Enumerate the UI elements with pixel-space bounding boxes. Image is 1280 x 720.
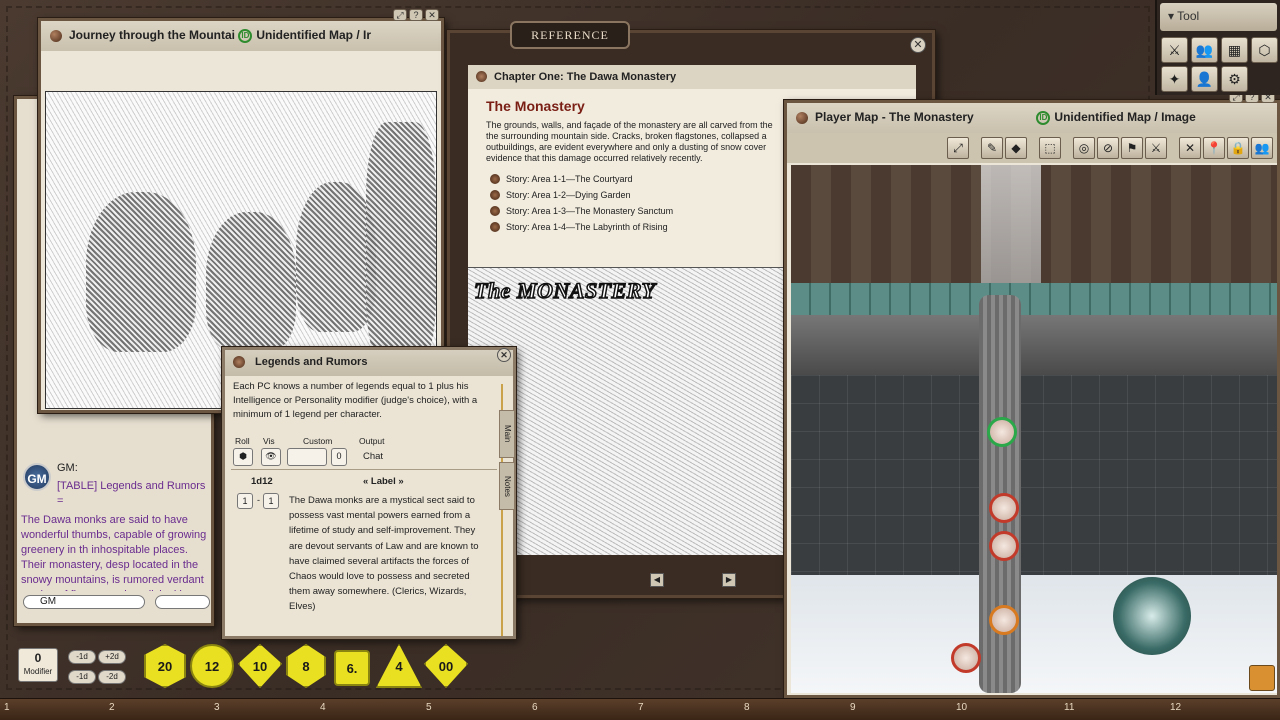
target-icon[interactable]: ◎ — [1073, 137, 1095, 159]
close-icon[interactable]: ✕ — [497, 348, 511, 362]
chat-identity-dropdown[interactable]: GM — [23, 595, 145, 609]
effects-icon[interactable]: ✦ — [1161, 66, 1188, 92]
dice-expression: 1d12 — [251, 476, 273, 487]
roll-button[interactable]: ⬢ — [233, 448, 253, 466]
legends-titlebar[interactable]: Legends and Rumors ✕ — [225, 348, 513, 376]
output-value[interactable]: Chat — [363, 451, 383, 462]
gear-icon[interactable]: ⚙ — [1221, 66, 1248, 92]
no-target-icon[interactable]: ⊘ — [1097, 137, 1119, 159]
clear-icon[interactable]: ✕ — [1179, 137, 1201, 159]
mod-minus-1d-b[interactable]: -1d — [68, 670, 96, 684]
map-frosted-bush — [1113, 577, 1191, 655]
flag-icon[interactable]: ⚑ — [1121, 137, 1143, 159]
divider — [231, 469, 497, 470]
people-icon[interactable]: 👤 — [1191, 66, 1218, 92]
window-menu-icon[interactable] — [233, 356, 245, 368]
tool-header[interactable]: ▾ Tool — [1160, 3, 1277, 31]
player-map-titlebar[interactable]: Player Map - The Monastery ID Unidentifie… — [787, 103, 1277, 133]
custom-dice-slot[interactable] — [287, 448, 327, 466]
swords-icon[interactable]: ⚔ — [1145, 137, 1167, 159]
d6-die[interactable]: 6. — [334, 650, 370, 686]
tool-grid: ⚔ 👥 ▦ ⬡ ✦ 👤 ⚙ — [1157, 34, 1280, 95]
swords-icon[interactable]: ⚔ — [1161, 37, 1188, 63]
col-output: Output — [359, 436, 385, 446]
id-icon[interactable]: ID — [1036, 110, 1051, 125]
fit-icon[interactable]: ⤢ — [947, 137, 969, 159]
col-roll: Roll — [235, 436, 250, 446]
legends-title: Legends and Rumors — [255, 356, 368, 368]
player-map-subtitle: Unidentified Map / Image — [1054, 110, 1196, 124]
enemy-token[interactable] — [989, 605, 1019, 635]
gm-avatar: GM — [23, 463, 51, 491]
range-separator: - — [257, 495, 260, 505]
brush-icon[interactable]: ✎ — [981, 137, 1003, 159]
chat-mode-dropdown[interactable] — [155, 595, 210, 609]
pin-icon[interactable]: 📍 — [1203, 137, 1225, 159]
battle-map[interactable] — [791, 165, 1277, 693]
table-entry-text[interactable]: The Dawa monks are a mystical sect said … — [289, 493, 479, 615]
chapter-link-icon[interactable] — [476, 71, 487, 82]
player-token[interactable] — [987, 417, 1017, 447]
map-snow-field — [791, 575, 1277, 693]
tool-panel: ▾ Tool ⚔ 👥 ▦ ⬡ ✦ 👤 ⚙ — [1155, 0, 1280, 95]
map-rock-ledge — [791, 315, 1277, 375]
mod-minus-1d[interactable]: -1d — [68, 650, 96, 664]
chat-message: The Dawa monks are said to have wonderfu… — [21, 514, 207, 591]
window-menu-icon[interactable] — [50, 30, 62, 42]
enemy-token[interactable] — [989, 531, 1019, 561]
reference-header: Chapter One: The Dawa Monastery — [468, 65, 916, 89]
bottom-ruler: 1 2 3 4 5 6 7 8 9 10 11 12 — [0, 698, 1280, 720]
label-header: « Label » — [363, 476, 404, 487]
chat-speaker: GM: — [57, 462, 78, 474]
tab-main[interactable]: Main — [499, 410, 515, 458]
window-menu-icon[interactable] — [796, 112, 808, 124]
player-map-title: Player Map - The Monastery — [815, 110, 974, 124]
col-custom: Custom — [303, 436, 333, 446]
range-to[interactable]: 1 — [263, 493, 279, 509]
art-title: The MONASTERY — [473, 277, 656, 304]
id-icon[interactable]: ID — [238, 28, 253, 43]
map-toolbar: ⤢ ✎ ◆ ⬚ ◎ ⊘ ⚑ ⚔ ✕ 📍 🔒 👥 — [787, 133, 1277, 163]
map-teal-wall — [791, 283, 1277, 315]
reference-body: The grounds, walls, and façade of the mo… — [486, 120, 773, 163]
enemy-token[interactable] — [951, 643, 981, 673]
calendar-icon[interactable]: ▦ — [1221, 37, 1248, 63]
range-from[interactable]: 1 — [237, 493, 253, 509]
map-snow-strip — [981, 165, 1041, 283]
player-map-window: ⤢ ? ✕ Player Map - The Monastery ID Unide… — [784, 91, 1280, 698]
party-icon[interactable]: 👥 — [1191, 37, 1218, 63]
help-icon[interactable]: ? — [409, 9, 423, 21]
next-page-button[interactable]: ▶ — [722, 573, 736, 587]
close-icon[interactable]: ✕ — [910, 37, 926, 53]
window-controls: ⤢ ? ✕ — [393, 9, 439, 21]
close-icon[interactable]: ✕ — [425, 9, 439, 21]
people-icon[interactable]: 👥 — [1251, 137, 1273, 159]
journey-title: Journey through the Mountai — [69, 28, 235, 42]
modifier-box[interactable]: 0 Modifier — [18, 648, 58, 682]
resize-icon[interactable]: ⤢ — [393, 9, 407, 21]
map-grid-floor — [791, 375, 1277, 585]
visibility-icon[interactable]: 👁 — [261, 448, 281, 466]
reference-tab[interactable]: REFERENCE — [510, 21, 630, 49]
enemy-token[interactable] — [989, 493, 1019, 523]
d12-die[interactable]: 12 — [190, 644, 234, 688]
dice-icon[interactable]: ⬡ — [1251, 37, 1278, 63]
tab-notes[interactable]: Notes — [499, 462, 515, 510]
journey-subtitle: Unidentified Map / Ir — [256, 28, 372, 42]
custom-modifier[interactable]: 0 — [331, 448, 347, 466]
mod-minus-2d[interactable]: -2d — [98, 670, 126, 684]
chat-table-line[interactable]: [TABLE] Legends and Rumors = — [57, 479, 207, 509]
monastery-illustration: The MONASTERY — [468, 267, 788, 555]
col-vis: Vis — [263, 436, 275, 446]
legends-description: Each PC knows a number of legends equal … — [233, 381, 478, 420]
journey-titlebar[interactable]: Journey through the Mountai ID Unidentifi… — [41, 21, 441, 51]
lock-icon[interactable]: 🔒 — [1227, 137, 1249, 159]
prev-page-button[interactable]: ◀ — [650, 573, 664, 587]
mod-plus-2d[interactable]: +2d — [98, 650, 126, 664]
eraser-icon[interactable]: ◆ — [1005, 137, 1027, 159]
select-icon[interactable]: ⬚ — [1039, 137, 1061, 159]
map-corner-button[interactable] — [1249, 665, 1275, 691]
legends-rumors-window: Legends and Rumors ✕ Each PC knows a num… — [222, 347, 516, 639]
